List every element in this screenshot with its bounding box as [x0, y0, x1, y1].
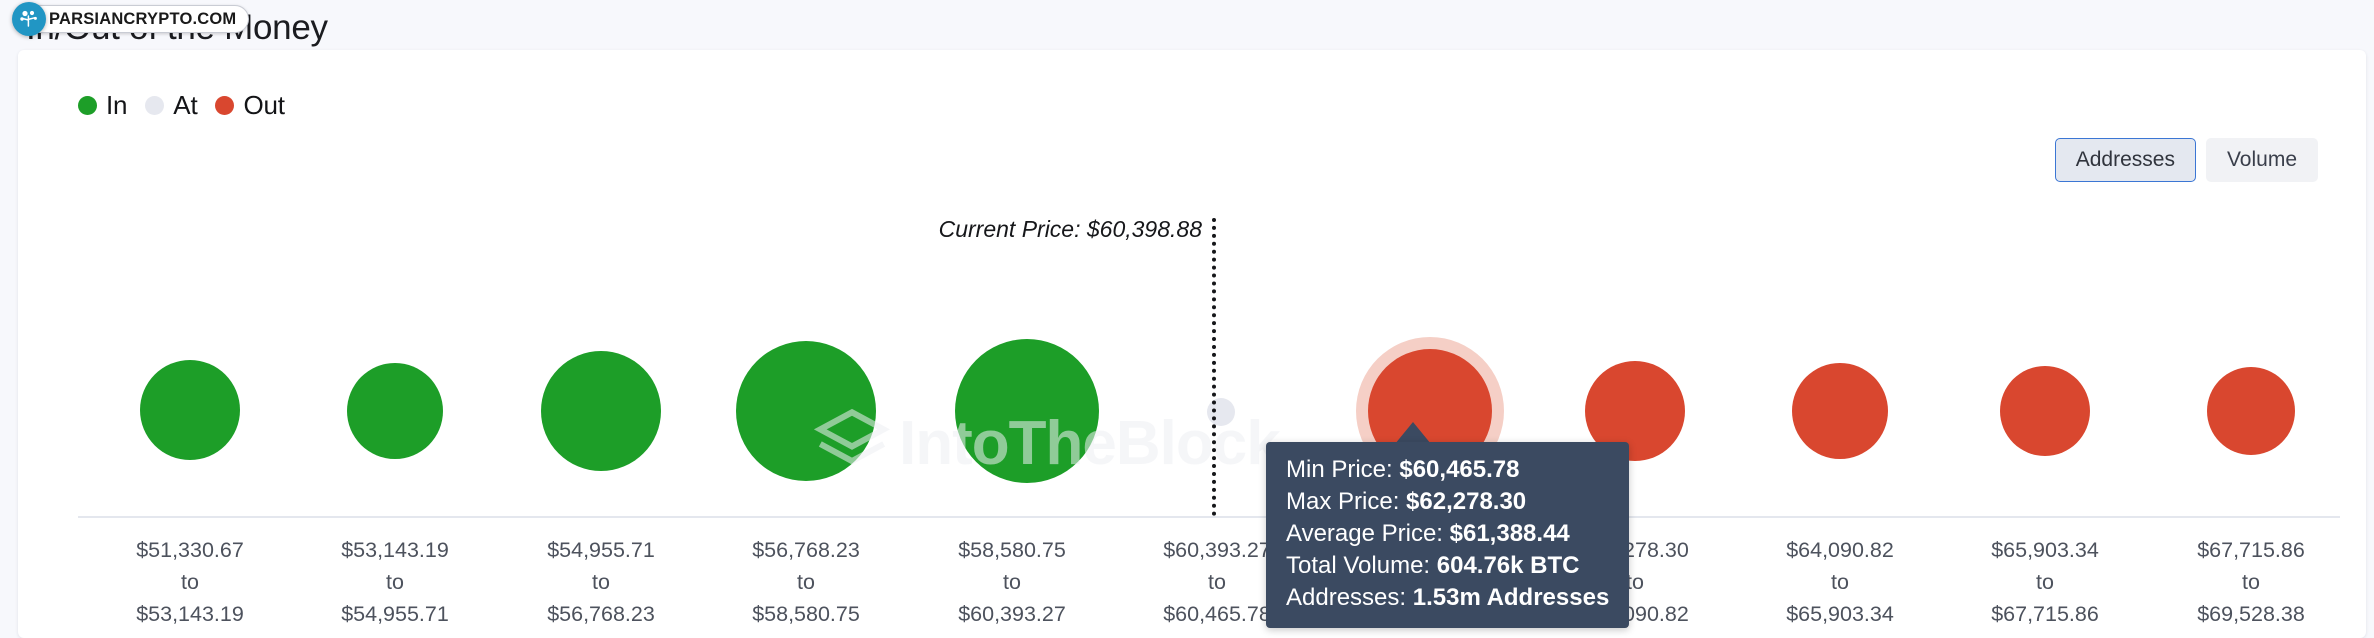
bubble-out-9[interactable]	[1792, 363, 1888, 459]
tick-range-min: $53,143.19	[341, 538, 449, 562]
chart-card: In At Out Addresses Volume IntoTheBlock …	[18, 50, 2366, 638]
tick-range-min: $56,768.23	[752, 538, 860, 562]
bubble-in-3[interactable]	[541, 351, 661, 471]
tick-range-max: $58,580.75	[752, 602, 860, 626]
tooltip-key: Max Price:	[1286, 488, 1407, 515]
x-axis-tick-6: $60,393.27 to $60,465.78	[1163, 534, 1271, 630]
x-axis-tick-10: $65,903.34 to $67,715.86	[1991, 534, 2099, 630]
tick-range-max: $53,143.19	[136, 602, 244, 626]
tick-range-max: $60,393.27	[958, 602, 1066, 626]
bubble-in-5[interactable]	[955, 339, 1099, 483]
bubble-plot: IntoTheBlock Current Price: $60,398.88 $…	[18, 50, 2366, 638]
tick-range-min: $67,715.86	[2197, 538, 2305, 562]
tooltip-key: Total Volume:	[1286, 552, 1437, 579]
current-price-label: Current Price: $60,398.88	[938, 216, 1202, 242]
tick-range-separator: to	[592, 570, 610, 594]
x-axis-line	[78, 516, 2340, 518]
hover-tooltip: Min Price: $60,465.78 Max Price: $62,278…	[1266, 442, 1630, 628]
tick-range-min: $64,090.82	[1786, 538, 1894, 562]
tick-range-separator: to	[2242, 570, 2260, 594]
parsiancrypto-logo-icon	[12, 2, 46, 36]
tooltip-value: 604.76k BTC	[1436, 552, 1580, 579]
bubble-in-1[interactable]	[140, 360, 240, 460]
tick-range-separator: to	[1003, 570, 1021, 594]
tick-range-min: $54,955.71	[547, 538, 655, 562]
x-axis-tick-11: $67,715.86 to $69,528.38	[2197, 534, 2305, 630]
x-axis-tick-3: $54,955.71 to $56,768.23	[547, 534, 655, 630]
tick-range-min: $60,393.27	[1163, 538, 1271, 562]
parsiancrypto-watermark-label: PARSIANCRYPTO.COM	[26, 5, 250, 33]
tooltip-key: Min Price:	[1286, 456, 1400, 483]
tooltip-row-min-price: Min Price: $60,465.78	[1286, 454, 1609, 486]
tooltip-value: $61,388.44	[1449, 520, 1570, 547]
tick-range-max: $60,465.78	[1163, 602, 1271, 626]
tick-range-separator: to	[386, 570, 404, 594]
tooltip-row-addresses: Addresses: 1.53m Addresses	[1286, 582, 1609, 614]
x-axis-tick-9: $64,090.82 to $65,903.34	[1786, 534, 1894, 630]
page-root: In/Out of the Money PARSIANCRYPTO.COM In…	[0, 0, 2374, 638]
tooltip-key: Addresses:	[1286, 584, 1413, 611]
tooltip-value: $62,278.30	[1406, 488, 1527, 515]
bubble-out-11[interactable]	[2207, 367, 2295, 455]
tick-range-separator: to	[181, 570, 199, 594]
tick-range-min: $58,580.75	[958, 538, 1066, 562]
current-price-line	[1212, 218, 1216, 516]
x-axis-tick-2: $53,143.19 to $54,955.71	[341, 534, 449, 630]
bubble-in-2[interactable]	[347, 363, 443, 459]
tooltip-row-max-price: Max Price: $62,278.30	[1286, 486, 1609, 518]
tooltip-value: $60,465.78	[1399, 456, 1520, 483]
tooltip-row-total-volume: Total Volume: 604.76k BTC	[1286, 550, 1609, 582]
tooltip-value: 1.53m Addresses	[1412, 584, 1610, 611]
tick-range-max: $69,528.38	[2197, 602, 2305, 626]
tick-range-max: $67,715.86	[1991, 602, 2099, 626]
tick-range-max: $54,955.71	[341, 602, 449, 626]
tick-range-max: $65,903.34	[1786, 602, 1894, 626]
tick-range-separator: to	[797, 570, 815, 594]
x-axis-tick-4: $56,768.23 to $58,580.75	[752, 534, 860, 630]
tick-range-min: $51,330.67	[136, 538, 244, 562]
tick-range-separator: to	[1208, 570, 1226, 594]
tick-range-separator: to	[2036, 570, 2054, 594]
tick-range-min: $65,903.34	[1991, 538, 2099, 562]
bubble-out-10[interactable]	[2000, 366, 2090, 456]
tick-range-separator: to	[1831, 570, 1849, 594]
bubble-in-4[interactable]	[736, 341, 876, 481]
x-axis-tick-5: $58,580.75 to $60,393.27	[958, 534, 1066, 630]
x-axis-tick-1: $51,330.67 to $53,143.19	[136, 534, 244, 630]
tick-range-max: $56,768.23	[547, 602, 655, 626]
parsiancrypto-watermark: PARSIANCRYPTO.COM	[12, 2, 250, 36]
tooltip-row-average-price: Average Price: $61,388.44	[1286, 518, 1609, 550]
tooltip-arrow-icon	[1395, 422, 1431, 444]
tooltip-key: Average Price:	[1286, 520, 1450, 547]
